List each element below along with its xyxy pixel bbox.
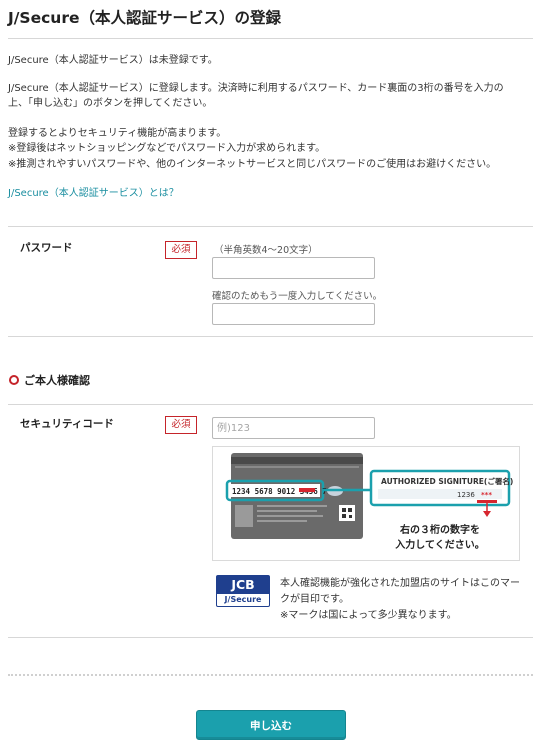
- security-code-label: セキュリティコード: [20, 418, 114, 430]
- about-link-container: J/Secure（本人認証サービス）とは？: [8, 186, 179, 201]
- submit-button[interactable]: 申し込む: [196, 710, 346, 740]
- jcb-note-line-2: クが目印です。: [280, 594, 349, 605]
- identity-section-title: ご本人様確認: [24, 374, 90, 387]
- jcb-jsecure-logo: JCB J/Secure: [216, 575, 270, 607]
- card-number-text: 1234 5678 9012 3456 789: [232, 487, 336, 496]
- page-title: J/Secure（本人認証サービス）の登録: [8, 9, 281, 27]
- card-caption-line-2: 入力してください。: [395, 538, 484, 551]
- jcb-logo-bottom-text: J/Secure: [217, 594, 269, 606]
- password-label: パスワード: [20, 242, 73, 254]
- form-top-divider: [8, 226, 533, 227]
- code-marker: [299, 488, 315, 492]
- identity-section-divider: [8, 404, 533, 405]
- card-caption-line-1: 右の３桁の数字を: [399, 523, 480, 536]
- authorized-signature-text: AUTHORIZED SIGNITURE(ご署名): [381, 476, 513, 486]
- password-confirm-hint: 確認のためもう一度入力してください。: [212, 291, 383, 302]
- jcb-note: 本人確認機能が強化された加盟店のサイトはこのマー クが目印です。 ※マークは国に…: [280, 576, 530, 624]
- security-code-input[interactable]: [212, 417, 375, 439]
- card-emblem: [235, 505, 253, 527]
- jcb-note-line-3: ※マークは国によって多少異なります。: [280, 610, 457, 621]
- security-message: 登録するとよりセキュリティ機能が高まります。: [8, 128, 227, 139]
- instruction-line-1: J/Secure（本人認証サービス）に登録します。決済時に利用するパスワード、カ…: [8, 83, 504, 94]
- dotted-separator: [8, 674, 533, 676]
- registration-status: J/Secure（本人認証サービス）は未登録です。: [8, 55, 218, 66]
- instruction-line-2: 上、「申し込む」のボタンを押してください。: [8, 98, 213, 109]
- qr-code: [339, 505, 355, 521]
- password-required-badge: 必須: [165, 241, 197, 259]
- jcb-logo-top-text: JCB: [231, 577, 255, 592]
- code-underline: [477, 500, 497, 503]
- hidden-digits: ***: [481, 491, 492, 499]
- title-divider: [8, 38, 533, 39]
- password-input[interactable]: [212, 257, 375, 279]
- section-bullet-icon: [9, 375, 19, 385]
- jcb-note-line-1: 本人確認機能が強化された加盟店のサイトはこのマー: [280, 578, 520, 589]
- password-hint: （半角英数4～20文字）: [214, 245, 318, 256]
- note-password-advice: ※推測されやすいパスワードや、他のインターネットサービスと同じパスワードのご使用…: [8, 159, 497, 170]
- password-section-divider: [8, 336, 533, 337]
- security-code-required-badge: 必須: [165, 416, 197, 434]
- password-confirm-input[interactable]: [212, 303, 375, 325]
- code-digits: 1236: [457, 491, 475, 499]
- note-password-required: ※登録後はネットショッピングなどでパスワード入力が求められます。: [8, 143, 326, 154]
- card-back-graphic: 1234 5678 9012 3456 789 AUTHORIZED SIGNI…: [225, 453, 513, 551]
- card-back-illustration: 1234 5678 9012 3456 789 AUTHORIZED SIGNI…: [212, 446, 520, 561]
- form-bottom-divider: [8, 637, 533, 638]
- card-magstripe: [231, 457, 363, 464]
- code-arrow-head: [483, 511, 491, 517]
- about-jsecure-link[interactable]: J/Secure（本人認証サービス）とは？: [8, 188, 179, 199]
